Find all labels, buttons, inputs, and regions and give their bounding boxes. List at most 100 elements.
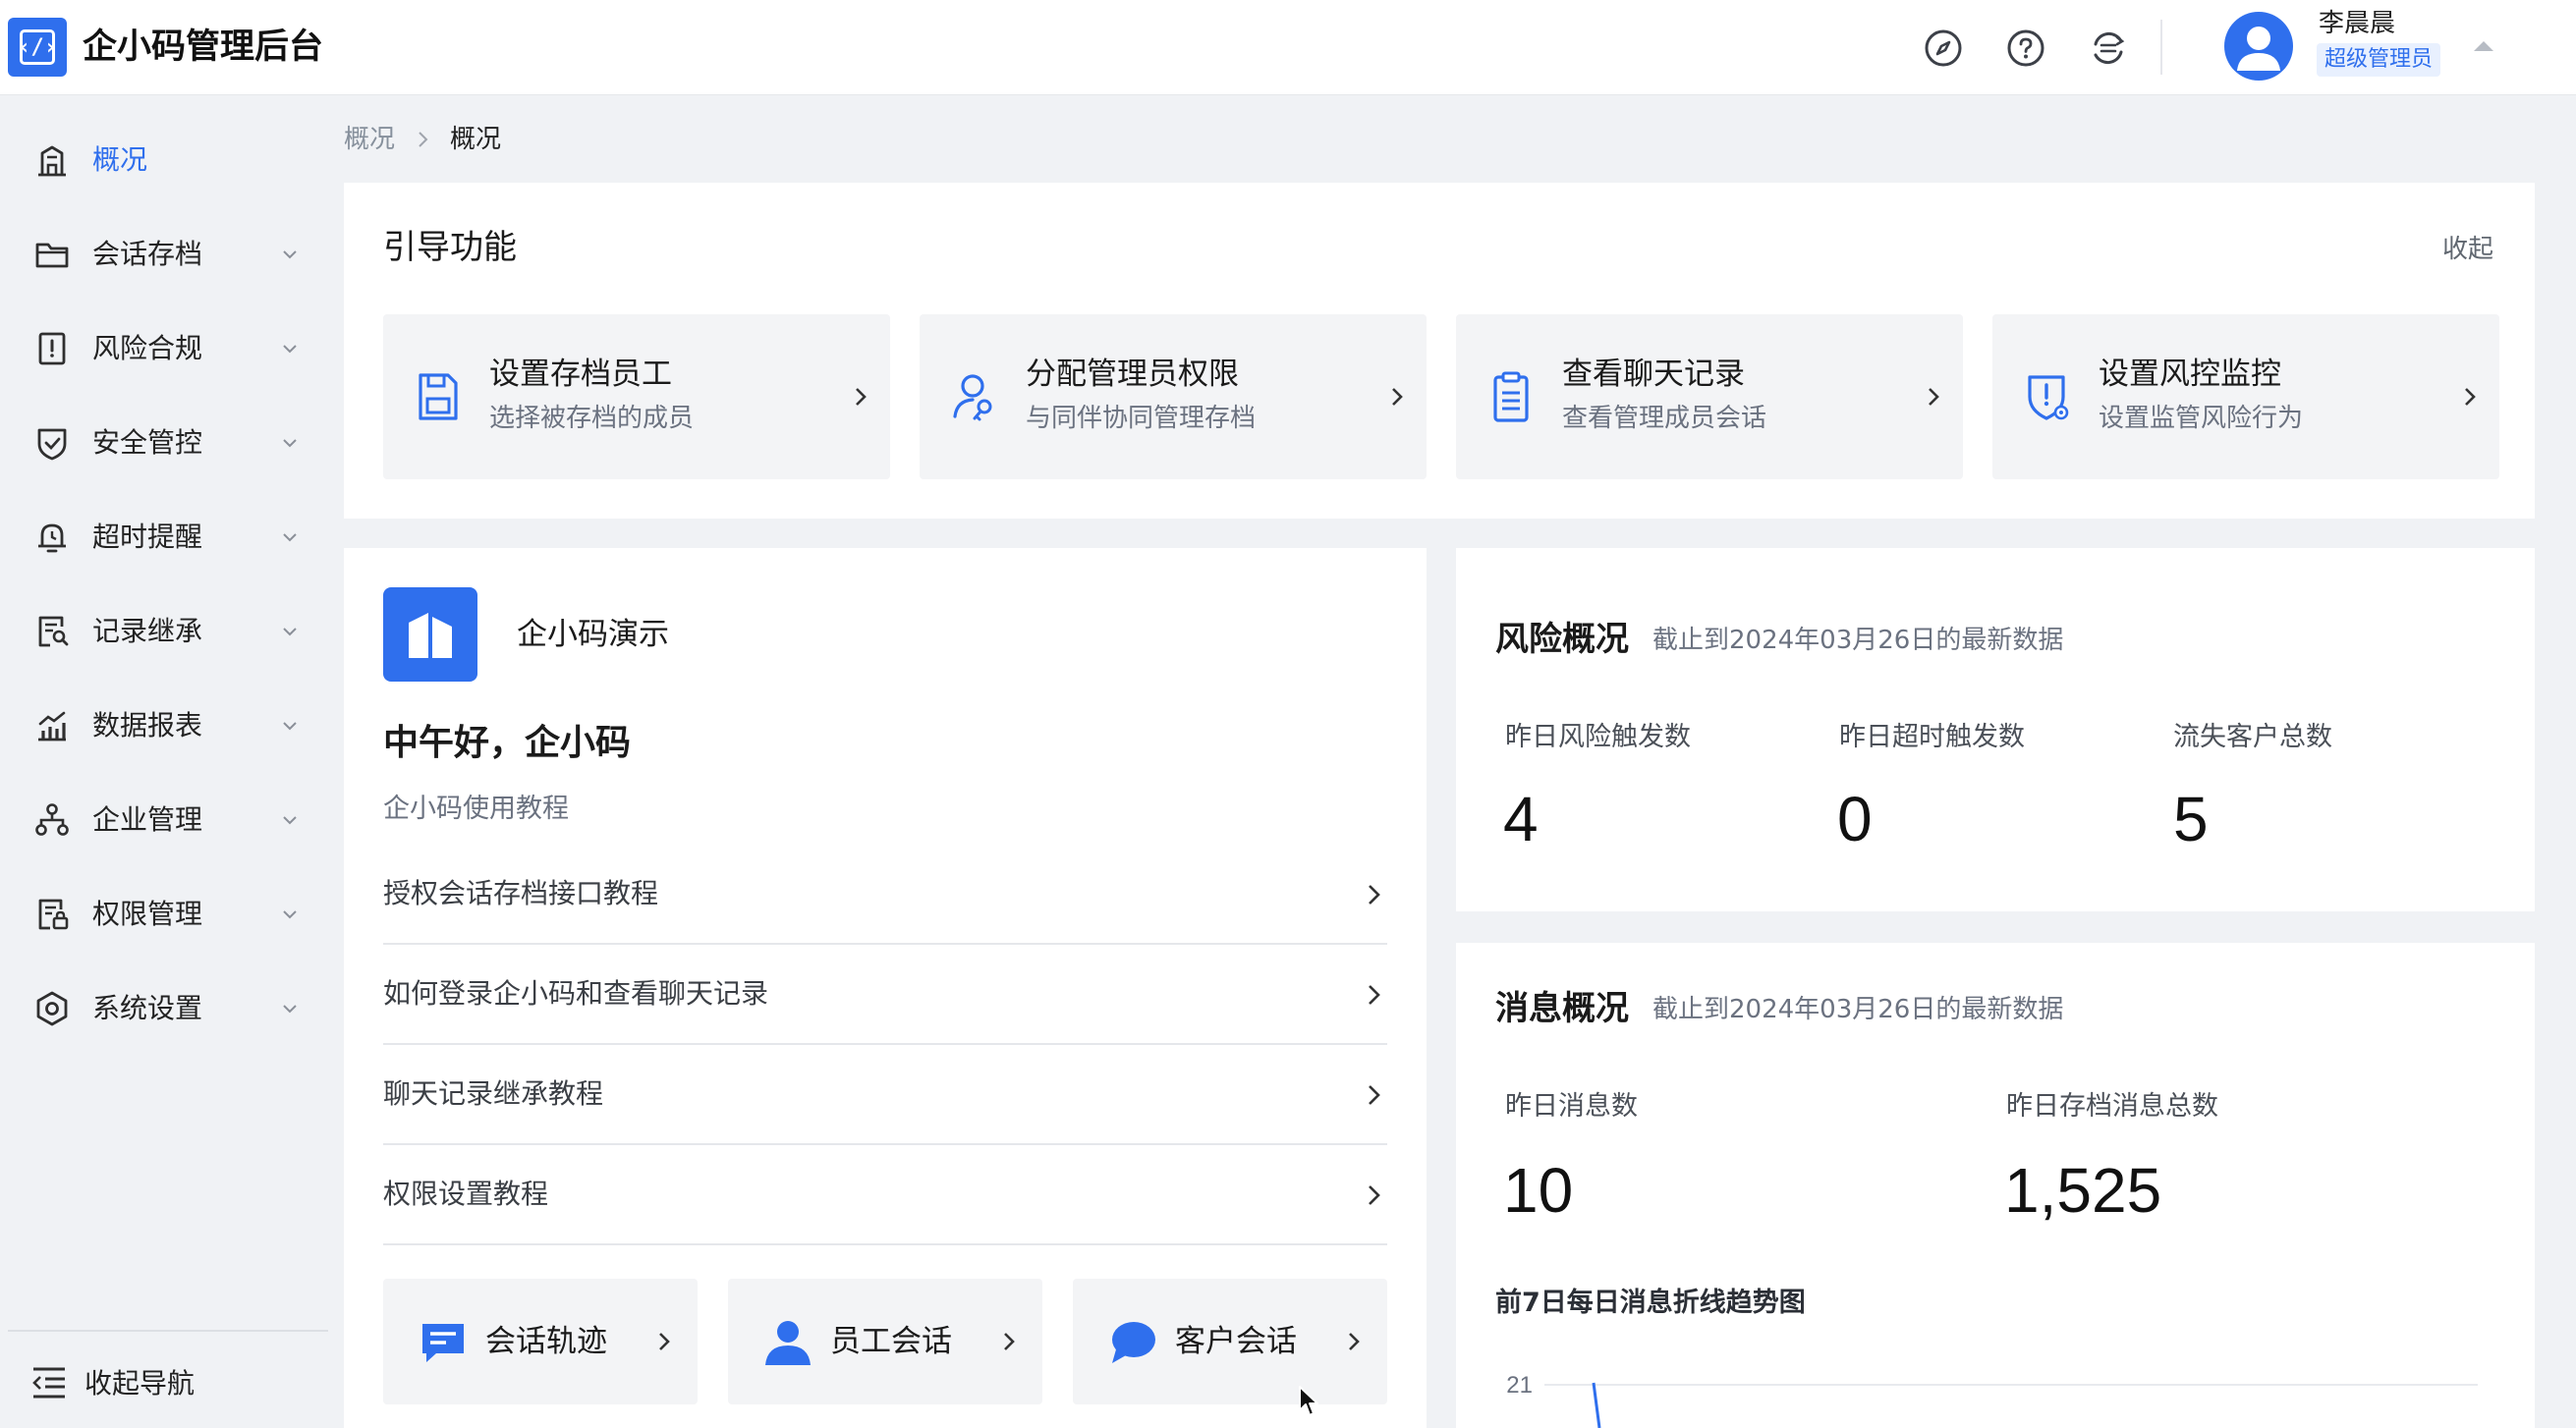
trend-series-line	[1592, 1382, 1601, 1428]
sidebar-item-permission[interactable]: 权限管理	[0, 878, 336, 949]
sidebar-item-label: 数据报表	[92, 709, 203, 741]
chevron-right-icon	[1929, 388, 1939, 406]
chevron-right-icon	[419, 132, 428, 147]
collapse-nav-button[interactable]: 收起导航	[84, 1365, 195, 1402]
chevron-down-icon	[283, 250, 297, 259]
save-icon	[419, 373, 458, 420]
quick-button-employee-chat[interactable]: 员工会话	[728, 1279, 1042, 1404]
building-icon	[38, 145, 66, 177]
stat-value: 10	[1503, 1155, 1574, 1226]
tutorial-link[interactable]: 授权会话存档接口教程	[383, 845, 1387, 945]
sidebar-item-label: 记录继承	[92, 615, 203, 647]
clipboard-icon	[1493, 371, 1529, 422]
chevron-right-icon	[1392, 388, 1403, 406]
chevron-right-icon	[856, 388, 867, 406]
guide-item-chat-records[interactable]: 查看聊天记录 查看管理成员会话	[1456, 314, 1963, 479]
compass-icon[interactable]	[1923, 27, 1964, 69]
guide-item-title: 分配管理员权限	[1026, 357, 1239, 392]
quick-button-chat-track[interactable]: 会话轨迹	[383, 1279, 698, 1404]
shield-alert-icon	[2028, 375, 2069, 420]
switch-icon[interactable]	[2088, 27, 2129, 69]
caret-up-icon[interactable]	[2474, 41, 2493, 51]
sidebar-item-label: 超时提醒	[92, 521, 203, 553]
menu-fold-icon[interactable]	[29, 1361, 69, 1404]
stat-label: 昨日消息数	[1505, 1091, 1638, 1122]
breadcrumb-parent[interactable]: 概况	[344, 120, 395, 159]
avatar[interactable]	[2224, 12, 2293, 81]
tutorial-link[interactable]: 如何登录企小码和查看聊天记录	[383, 945, 1387, 1045]
sidebar-item-timeout[interactable]: 超时提醒	[0, 501, 336, 572]
stat-value: 5	[2173, 784, 2209, 854]
app-logo[interactable]: ‹/›	[8, 18, 67, 77]
stat-label: 昨日存档消息总数	[2006, 1091, 2218, 1122]
sidebar-item-label: 风险合规	[92, 332, 203, 364]
chat-track-icon	[422, 1324, 464, 1362]
chevron-right-icon	[1369, 1185, 1380, 1205]
guide-item-admin-permission[interactable]: 分配管理员权限 与同伴协同管理存档	[920, 314, 1427, 479]
sidebar-item-label: 权限管理	[92, 898, 203, 930]
message-subtitle: 截止到2024年03月26日的最新数据	[1652, 995, 2064, 1024]
sidebar-item-inherit[interactable]: 记录继承	[0, 595, 336, 666]
guide-item-subtitle: 查看管理成员会话	[1562, 404, 1767, 433]
trend-chart-title: 前7日每日消息折线趋势图	[1495, 1288, 1806, 1318]
quick-button-label: 会话轨迹	[485, 1324, 607, 1359]
guide-title: 引导功能	[383, 228, 517, 267]
sidebar-item-label: 系统设置	[92, 992, 203, 1024]
guide-item-subtitle: 设置监管风险行为	[2099, 404, 2304, 433]
guide-item-title: 查看聊天记录	[1562, 357, 1745, 392]
sidebar-item-security[interactable]: 安全管控	[0, 407, 336, 477]
alert-book-icon	[38, 332, 66, 365]
guide-collapse-link[interactable]: 收起	[2442, 230, 2493, 269]
sidebar-item-label: 安全管控	[92, 426, 203, 459]
guide-item-subtitle: 与同伴协同管理存档	[1026, 404, 1257, 433]
chevron-down-icon	[283, 533, 297, 542]
chevron-right-icon	[659, 1333, 670, 1350]
sidebar-item-settings[interactable]: 系统设置	[0, 972, 336, 1043]
guide-item-archive-staff[interactable]: 设置存档员工 选择被存档的成员	[383, 314, 890, 479]
tutorial-heading: 企小码使用教程	[383, 794, 569, 824]
chevron-down-icon	[283, 439, 297, 448]
chevron-down-icon	[283, 1005, 297, 1014]
quick-button-label: 客户会话	[1175, 1324, 1297, 1359]
tutorial-link[interactable]: 聊天记录继承教程	[383, 1045, 1387, 1145]
sidebar-divider	[8, 1330, 328, 1332]
tutorial-link-label: 权限设置教程	[383, 1178, 549, 1210]
chevron-down-icon	[283, 345, 297, 354]
stat-value: 0	[1837, 784, 1873, 854]
greeting-text: 中午好，企小码	[383, 723, 632, 763]
user-avatar-icon	[2237, 27, 2280, 71]
quick-button-customer-chat[interactable]: 客户会话	[1073, 1279, 1387, 1404]
breadcrumb-current: 概况	[450, 125, 502, 154]
org-tree-icon	[35, 803, 69, 836]
page-scrollbar[interactable]	[2554, 183, 2576, 1428]
sidebar-item-risk[interactable]: 风险合规	[0, 312, 336, 383]
sidebar-item-label: 会话存档	[92, 238, 203, 270]
record-icon	[38, 616, 69, 647]
user-name[interactable]: 李晨晨	[2319, 8, 2395, 39]
user-key-icon	[953, 374, 992, 421]
sidebar-item-overview[interactable]: 概况	[0, 124, 336, 194]
help-icon[interactable]	[2005, 27, 2046, 69]
speech-bubble-icon	[1112, 1322, 1155, 1363]
sidebar-item-enterprise[interactable]: 企业管理	[0, 784, 336, 854]
guide-item-title: 设置存档员工	[489, 357, 672, 392]
chevron-right-icon	[1369, 1085, 1380, 1105]
trend-line-chart: 21	[1506, 1372, 2478, 1428]
guide-item-risk-monitor[interactable]: 设置风控监控 设置监管风险行为	[1992, 314, 2499, 479]
sidebar-item-reports[interactable]: 数据报表	[0, 689, 336, 760]
top-header: ‹/› 企小码管理后台 李晨晨 超级管理员	[0, 0, 2576, 95]
chart-icon	[38, 711, 66, 741]
stat-label: 昨日超时触发数	[1839, 722, 2025, 752]
sidebar-item-archive[interactable]: 会话存档	[0, 218, 336, 289]
tutorial-link[interactable]: 权限设置教程	[383, 1145, 1387, 1245]
chevron-right-icon	[1369, 985, 1380, 1005]
tutorial-link-label: 聊天记录继承教程	[383, 1077, 604, 1110]
chevron-down-icon	[283, 628, 297, 636]
guide-item-subtitle: 选择被存档的成员	[489, 404, 695, 433]
shield-check-icon	[37, 428, 67, 461]
stat-value: 1,525	[2004, 1155, 2162, 1226]
user-role-badge: 超级管理员	[2317, 43, 2441, 77]
chevron-right-icon	[2465, 388, 2476, 406]
chevron-right-icon	[1349, 1333, 1360, 1350]
sidebar	[0, 95, 336, 1428]
